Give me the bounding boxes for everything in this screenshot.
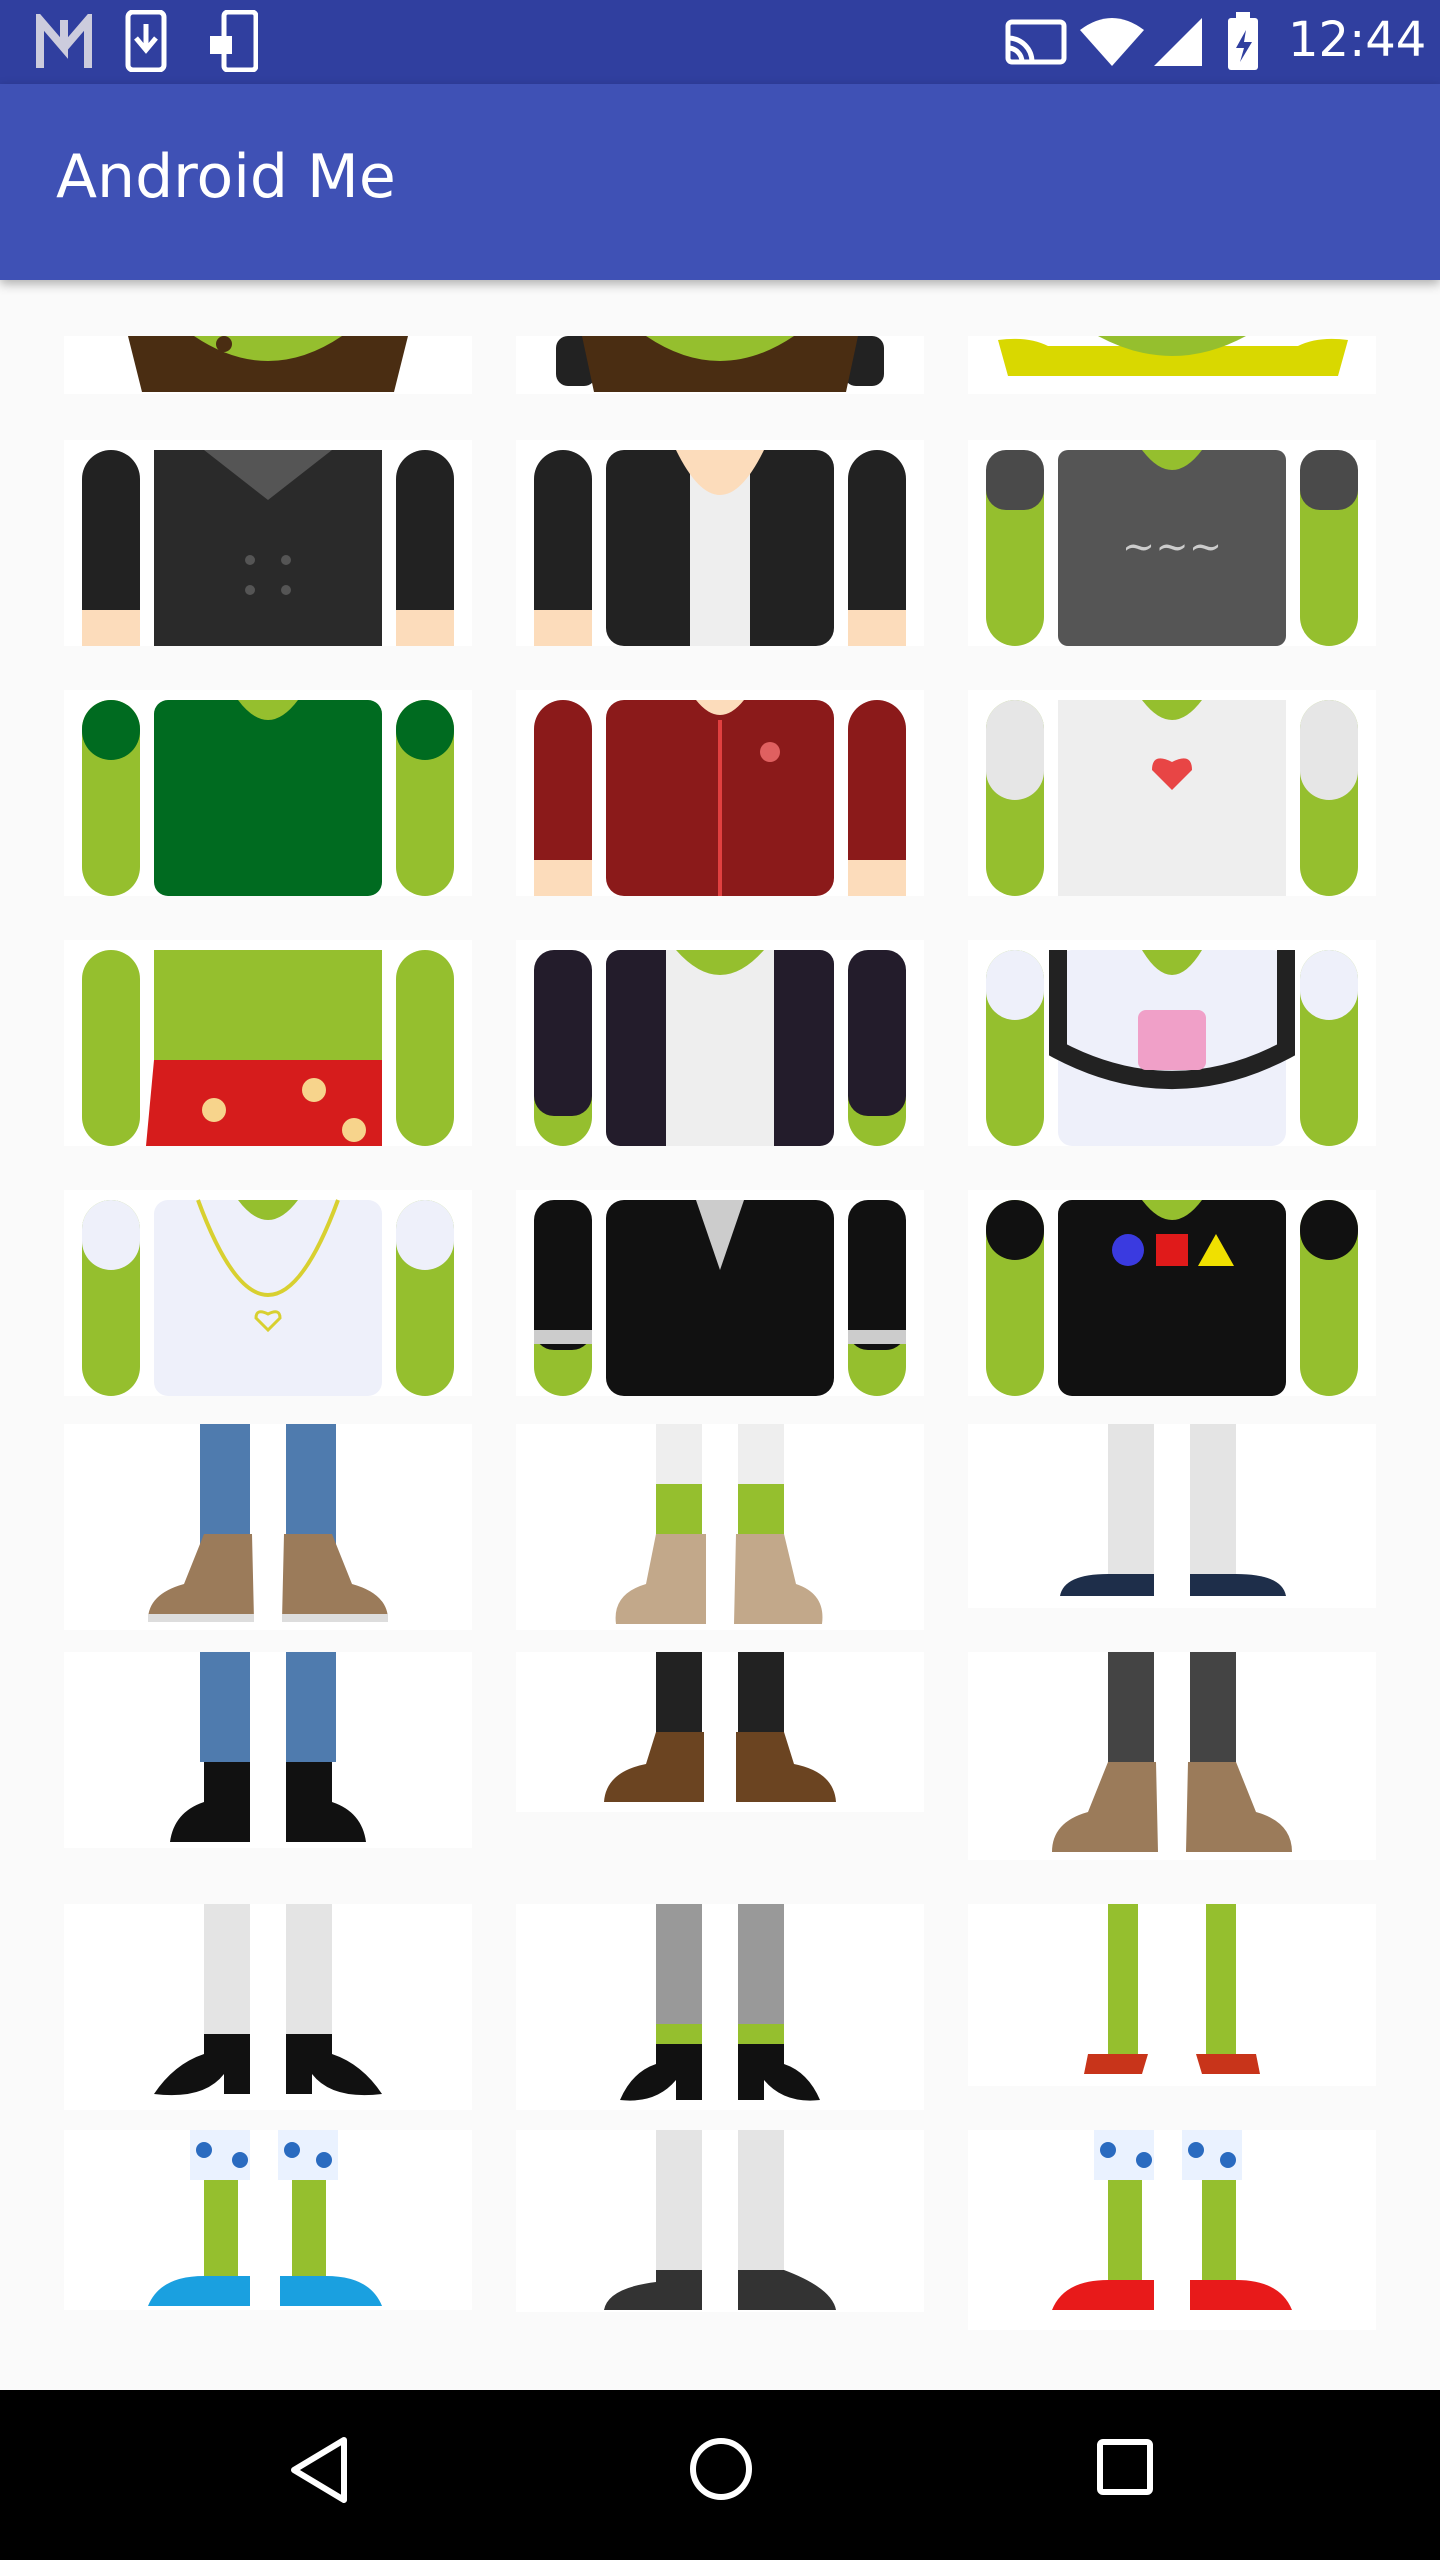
body-tile[interactable]	[516, 940, 924, 1146]
signal-icon	[1154, 18, 1202, 66]
body-part-grid[interactable]: ~~~	[0, 280, 1440, 2390]
body-tile[interactable]	[968, 1190, 1376, 1396]
legs-tile[interactable]	[64, 1652, 472, 1848]
navigation-bar	[0, 2390, 1440, 2560]
recents-button-icon[interactable]	[1094, 2436, 1156, 2498]
back-button-icon[interactable]	[286, 2434, 352, 2506]
body-tile[interactable]	[64, 940, 472, 1146]
body-tile[interactable]: ~~~	[968, 440, 1376, 646]
app-title: Android Me	[56, 142, 396, 212]
svg-text:~~~: ~~~	[1122, 524, 1223, 570]
download-icon	[125, 10, 167, 72]
cast-icon	[1005, 19, 1067, 65]
body-tile[interactable]	[64, 440, 472, 646]
lock-icon	[210, 10, 258, 72]
legs-tile[interactable]	[968, 1652, 1376, 1860]
body-tile[interactable]	[968, 940, 1376, 1146]
head-tile[interactable]	[968, 336, 1376, 394]
body-tile[interactable]	[516, 1190, 924, 1396]
head-tile[interactable]	[64, 336, 472, 394]
legs-tile[interactable]	[968, 2130, 1376, 2330]
body-tile[interactable]	[64, 1190, 472, 1396]
clock: 12:44	[1288, 12, 1427, 68]
legs-tile[interactable]	[968, 1424, 1376, 1608]
body-tile[interactable]	[64, 690, 472, 896]
legs-tile[interactable]	[516, 1904, 924, 2110]
legs-tile[interactable]	[64, 2130, 472, 2310]
n-logo-icon	[36, 14, 92, 68]
body-tile[interactable]	[516, 440, 924, 646]
legs-tile[interactable]	[516, 2130, 924, 2312]
body-tile[interactable]	[968, 690, 1376, 896]
legs-tile[interactable]	[968, 1904, 1376, 2086]
battery-icon	[1228, 12, 1258, 70]
head-tile[interactable]	[516, 336, 924, 394]
home-button-icon[interactable]	[686, 2434, 756, 2504]
body-tile[interactable]	[516, 690, 924, 896]
legs-tile[interactable]	[516, 1652, 924, 1812]
status-bar: 12:44	[0, 0, 1440, 84]
wifi-icon	[1080, 18, 1144, 66]
legs-tile[interactable]	[64, 1904, 472, 2110]
legs-tile[interactable]	[516, 1424, 924, 1630]
legs-tile[interactable]	[64, 1424, 472, 1630]
app-bar: Android Me	[0, 84, 1440, 280]
